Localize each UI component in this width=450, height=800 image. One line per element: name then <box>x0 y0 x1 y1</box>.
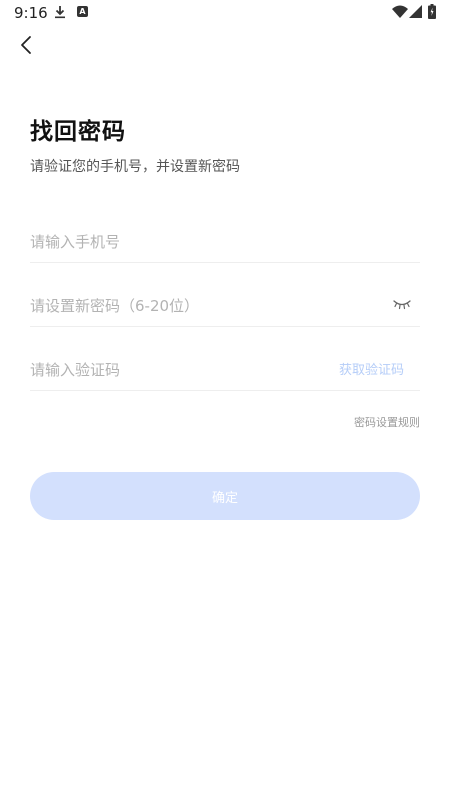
confirm-button[interactable]: 确定 <box>30 472 420 520</box>
confirm-button-label: 确定 <box>211 490 238 506</box>
back-button[interactable] <box>12 30 40 60</box>
get-code-button[interactable]: 获取验证码 <box>339 359 404 378</box>
phone-field-row <box>30 222 420 263</box>
signal-icon <box>409 5 422 18</box>
chevron-left-icon <box>21 36 31 54</box>
download-icon <box>55 6 65 19</box>
code-field-row: 获取验证码 <box>30 350 420 391</box>
phone-input[interactable] <box>30 230 330 254</box>
wifi-icon <box>392 5 408 18</box>
a-notification-icon: A <box>77 6 88 17</box>
new-password-input[interactable] <box>30 294 330 318</box>
page-title: 找回密码 <box>30 119 126 145</box>
verification-code-input[interactable] <box>30 358 290 382</box>
password-rules-link[interactable]: 密码设置规则 <box>354 414 420 430</box>
page-subtitle: 请验证您的手机号，并设置新密码 <box>30 159 240 175</box>
status-time: 9:16 <box>14 4 48 22</box>
battery-icon <box>428 4 436 19</box>
eye-closed-icon[interactable] <box>392 297 412 311</box>
password-field-row <box>30 286 420 327</box>
status-bar: 9:16 A <box>0 0 450 26</box>
